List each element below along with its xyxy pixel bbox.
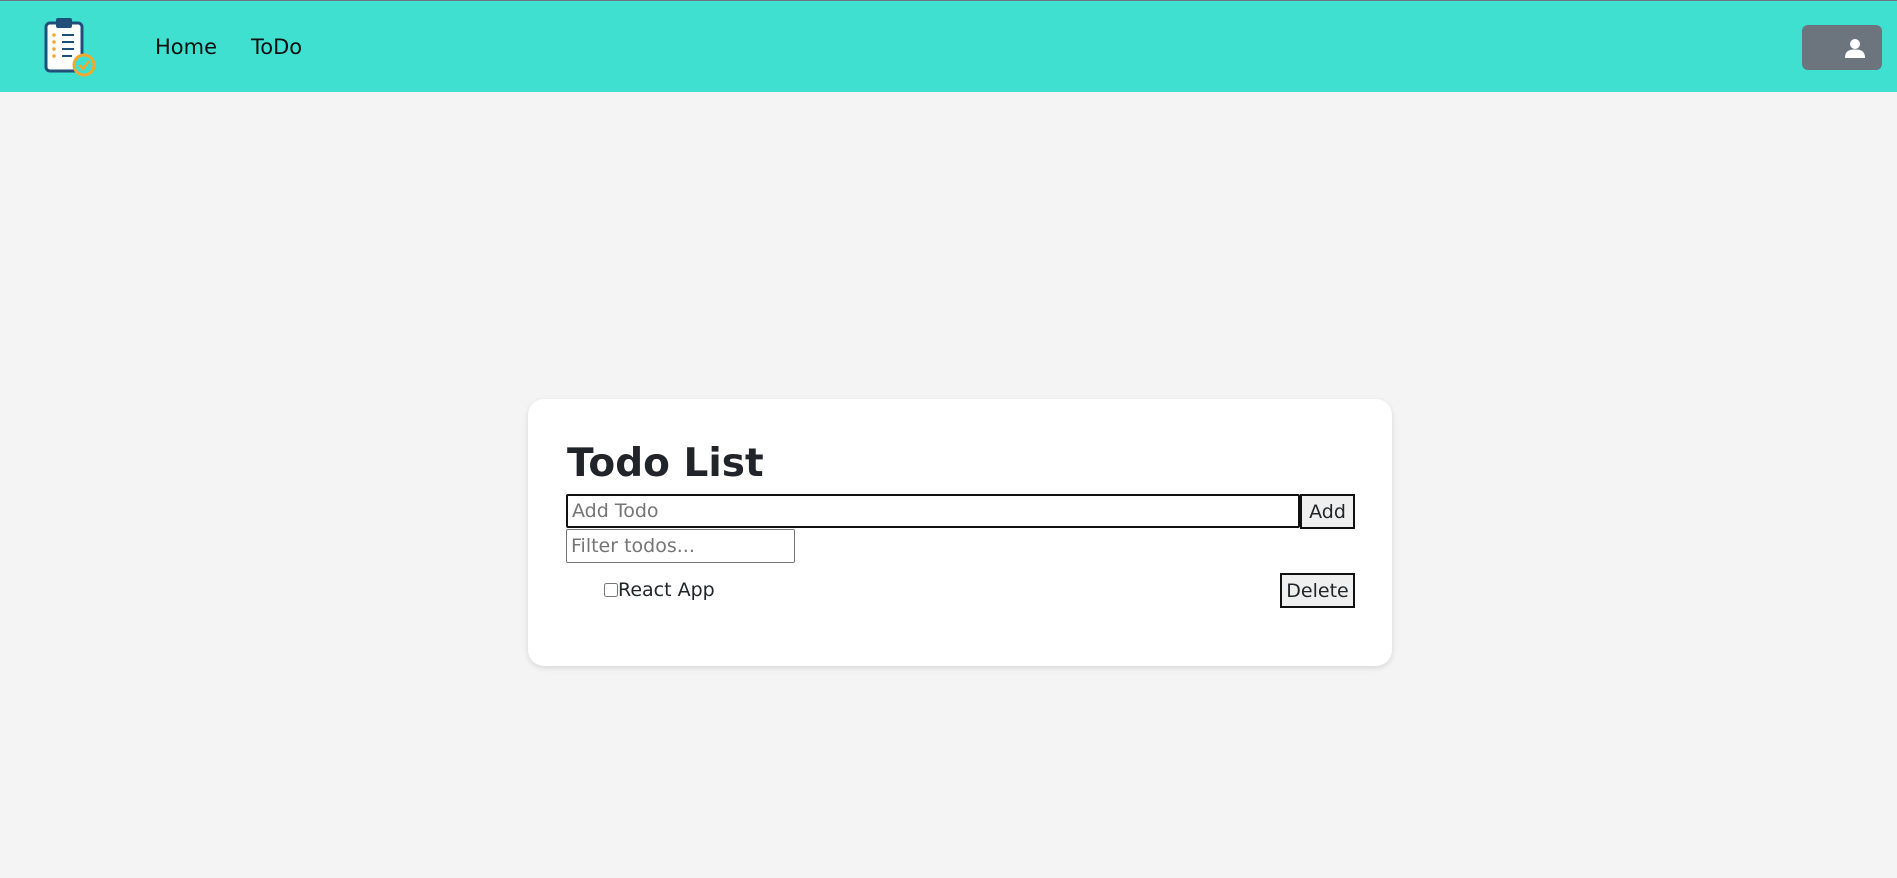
add-todo-button[interactable]: Add [1300,494,1355,529]
user-icon [1845,39,1865,58]
add-todo-input[interactable] [566,494,1300,528]
clipboard-check-icon[interactable] [42,15,98,79]
todo-item-checkbox[interactable] [604,583,618,597]
todo-card: Todo List Add React App Delete [528,399,1392,666]
nav-link-home[interactable]: Home [155,35,217,59]
todo-list-item: React App [604,579,715,601]
delete-todo-button[interactable]: Delete [1280,573,1355,608]
page-title: Todo List [567,441,764,486]
filter-todos-input[interactable] [566,529,795,563]
user-menu-button[interactable] [1802,25,1882,70]
nav-link-todo[interactable]: ToDo [251,35,302,59]
navbar: Home ToDo [0,0,1897,92]
todo-item-label: React App [618,579,715,601]
